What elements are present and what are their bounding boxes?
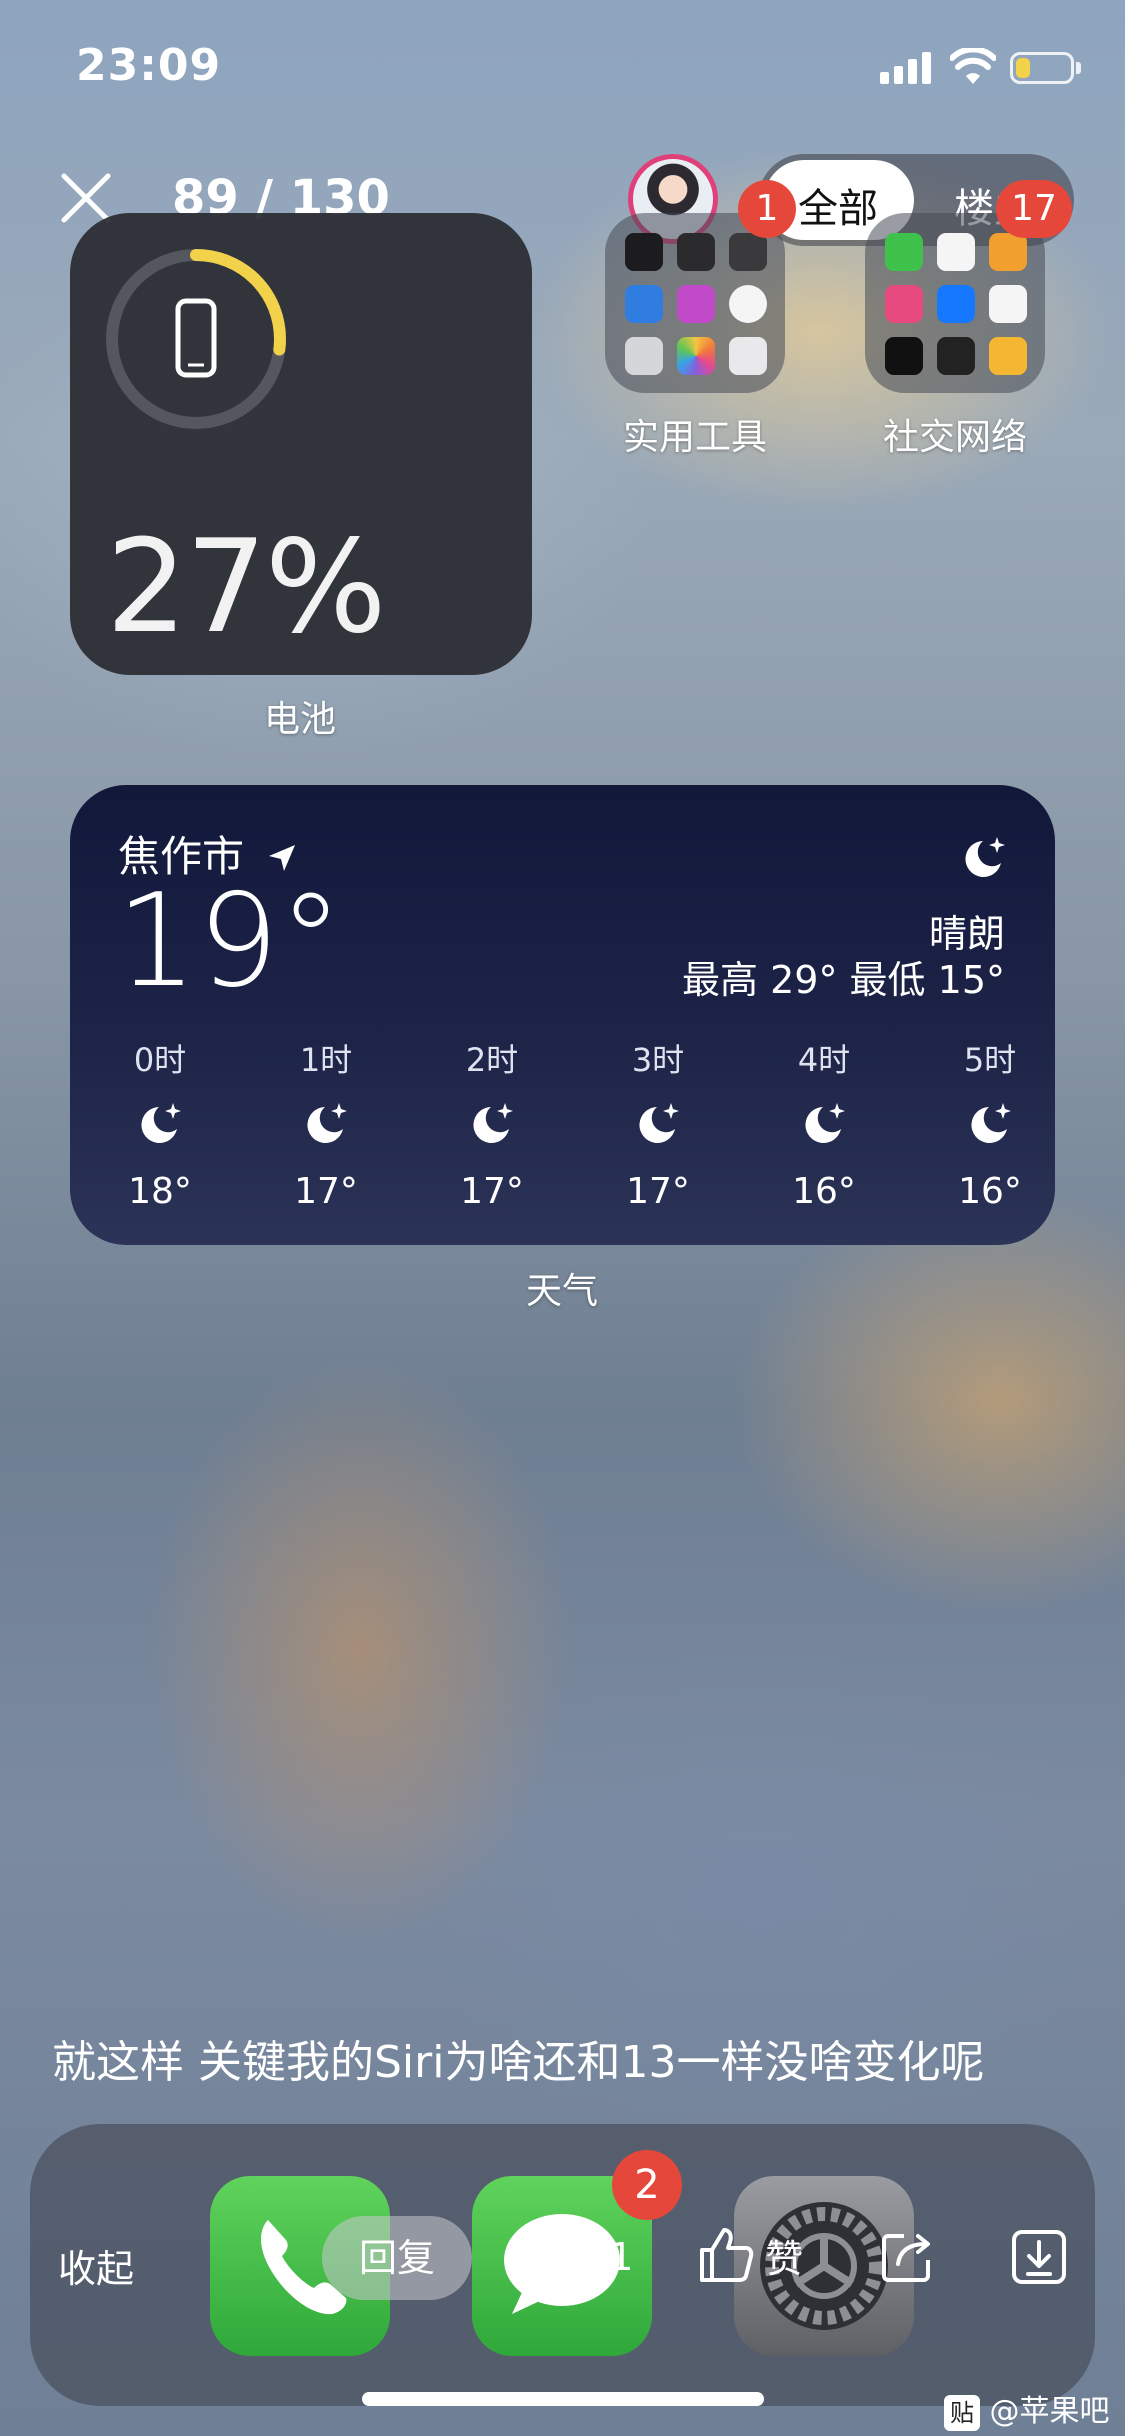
hour-forecast-item: 4时 16° <box>764 1035 884 1212</box>
moon-stars-icon <box>971 1103 1011 1143</box>
tieba-logo-icon: 贴 <box>944 2395 980 2431</box>
battery-percent: 27% <box>106 513 386 662</box>
comment-button[interactable]: 1 <box>538 2226 633 2288</box>
iphone-icon <box>175 298 217 378</box>
watermark-text: @苹果吧 <box>989 2394 1110 2429</box>
filter-all-tab[interactable]: 全部 <box>798 176 878 234</box>
hour-temp: 18° <box>128 1171 192 1212</box>
hour-temp: 16° <box>958 1171 1022 1212</box>
battery-nub <box>1076 62 1081 74</box>
weather-widget[interactable]: 焦作市 19° 晴朗 最高 29° 最低 15° 0时 18° 1时 17° 2时 17°… <box>70 785 1055 1245</box>
clock-icon <box>677 233 715 271</box>
hour-label: 5时 <box>963 1041 1017 1079</box>
social-folder[interactable] <box>865 213 1045 393</box>
game-app-icon <box>989 337 1027 375</box>
hour-forecast-item: 0时 18° <box>100 1035 220 1212</box>
hour-temp: 17° <box>294 1171 358 1212</box>
signal-icon <box>880 52 936 84</box>
battery-icon <box>1010 52 1074 84</box>
comment-icon <box>539 2229 589 2287</box>
weather-high-low: 最高 29° 最低 15° <box>682 958 1005 1002</box>
battery-widget-label: 电池 <box>263 699 336 740</box>
battery-ring <box>106 249 286 429</box>
moon-stars-icon <box>639 1103 679 1143</box>
hour-label: 1时 <box>299 1041 353 1079</box>
like-button[interactable]: 赞 <box>696 2224 803 2286</box>
hour-forecast-item: 2时 17° <box>432 1035 552 1212</box>
moon-stars-icon <box>141 1103 181 1143</box>
utilities-folder-label: 实用工具 <box>622 417 767 458</box>
hour-label: 3时 <box>631 1041 685 1079</box>
qq-icon <box>937 233 975 271</box>
moon-stars-icon <box>473 1103 513 1143</box>
hour-label: 2时 <box>465 1041 519 1079</box>
wechat-icon <box>885 233 923 271</box>
capcut-icon <box>937 337 975 375</box>
camera-icon <box>625 337 663 375</box>
hour-temp: 17° <box>626 1171 690 1212</box>
battery-widget[interactable]: 27% <box>70 213 532 675</box>
hour-temp: 16° <box>792 1171 856 1212</box>
moon-stars-icon <box>307 1103 347 1143</box>
app-pink-icon <box>885 285 923 323</box>
collapse-button[interactable]: 收起 <box>58 2238 134 2293</box>
social-badge: 17 <box>996 180 1072 238</box>
messages-badge: 2 <box>612 2150 682 2220</box>
share-icon[interactable] <box>878 2228 936 2286</box>
photos-icon <box>677 337 715 375</box>
thumbs-up-icon <box>700 2228 754 2282</box>
social-folder-label: 社交网络 <box>882 417 1027 458</box>
post-text: 就这样 关键我的Siri为啥还和13一样没啥变化呢 <box>52 2037 985 2088</box>
location-app-icon <box>989 285 1027 323</box>
tiktok-icon <box>885 337 923 375</box>
moon-stars-icon <box>965 837 1005 877</box>
moon-stars-icon <box>805 1103 845 1143</box>
voice-memos-icon <box>625 233 663 271</box>
comment-count: 1 <box>609 2235 634 2279</box>
hour-forecast-item: 5时 16° <box>930 1035 1050 1212</box>
weather-temp: 19° <box>116 867 343 1016</box>
download-icon[interactable] <box>1010 2228 1068 2286</box>
utilities-folder[interactable] <box>605 213 785 393</box>
reply-button[interactable]: 回复 <box>322 2216 472 2300</box>
hour-label: 4时 <box>797 1041 851 1079</box>
watch-icon <box>729 285 767 323</box>
calculator-icon <box>729 337 767 375</box>
safari-icon <box>625 285 663 323</box>
hour-temp: 17° <box>460 1171 524 1212</box>
compass-icon <box>729 233 767 271</box>
weibo-icon <box>989 233 1027 271</box>
hour-forecast-item: 1时 17° <box>266 1035 386 1212</box>
shortcuts-icon <box>677 285 715 323</box>
tieba-watermark: 贴 @苹果吧 <box>944 2386 1110 2431</box>
hour-label: 0时 <box>133 1041 187 1079</box>
status-time: 23:09 <box>76 40 222 91</box>
like-label: 赞 <box>765 2236 804 2281</box>
wifi-icon <box>950 48 996 84</box>
weather-widget-label: 天气 <box>525 1271 598 1312</box>
battery-level-fill <box>1016 58 1030 78</box>
utilities-badge: 1 <box>738 180 796 238</box>
alipay-icon <box>937 285 975 323</box>
hour-forecast-item: 3时 17° <box>598 1035 718 1212</box>
home-indicator <box>362 2392 764 2406</box>
